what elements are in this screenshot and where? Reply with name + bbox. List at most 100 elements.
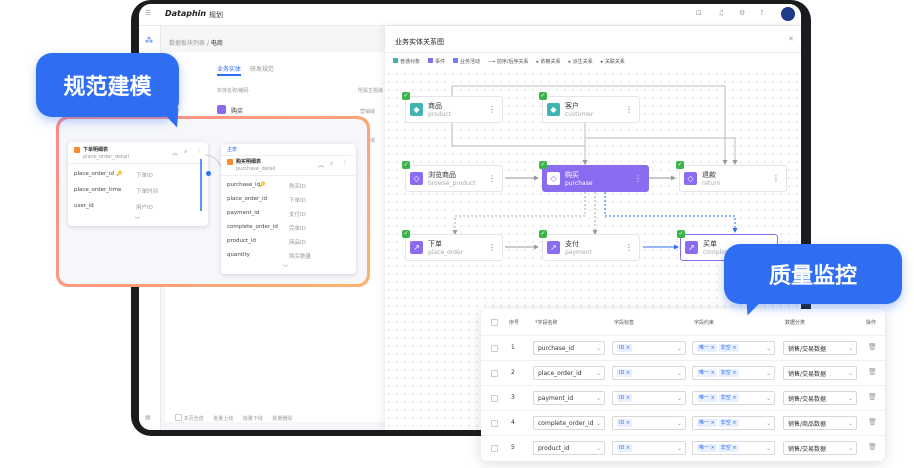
entity-row-name[interactable]: 购买 (231, 106, 243, 115)
field-label-select[interactable]: ID × ⌄ (612, 366, 686, 380)
more-icon[interactable]: ⋮ (634, 174, 642, 183)
field-name[interactable]: payment_id (227, 210, 259, 216)
field-label-select[interactable]: ID × ⌄ (612, 441, 686, 455)
row-checkbox[interactable] (491, 395, 498, 402)
category-select[interactable]: 销售/商品数据 ⌄ (783, 416, 857, 430)
constraint-select[interactable]: 唯一 × 非空 × ⌄ (692, 341, 775, 355)
trash-icon[interactable]: 🗑 (868, 443, 877, 451)
gear-icon[interactable]: ⚙ (739, 9, 745, 17)
field-name-value: payment_id (538, 394, 574, 402)
node-place-order[interactable]: ✓ ↗ 下单 place_order ⋮ (402, 230, 503, 261)
chevron-down-icon: ⌄ (847, 444, 853, 452)
table-row[interactable]: 4 complete_order_id ⌄ ID × ⌄ 唯一 × 非空 × ⌄ 销售/商品数据… (481, 410, 885, 435)
col-constraint: 字段约束 (694, 320, 715, 326)
table-row[interactable]: 1 purchase_id ⌄ ID × ⌄ 唯一 × 非空 × ⌄ 销售/交易数据 ⌄ 🗑 (481, 335, 885, 360)
search-icon[interactable]: ⌕ (330, 160, 333, 168)
batch-offline-button[interactable]: 批量下线 (243, 416, 263, 422)
field-name-value: purchase_id (538, 344, 575, 352)
chevron-down-icon: ⌄ (595, 344, 601, 352)
category-select[interactable]: 销售/交易数据 ⌄ (783, 391, 857, 405)
trash-icon[interactable]: 🗑 (868, 393, 877, 401)
download-icon[interactable]: ⊡ (696, 9, 702, 17)
row-checkbox[interactable] (491, 420, 498, 427)
node-payment[interactable]: ✓ ↗ 支付 payment ⋮ (539, 230, 640, 261)
chevron-down-icon: ⌄ (595, 394, 601, 402)
col-entity-name: 实体名称/编码 (217, 88, 249, 94)
field-name[interactable]: place_order_id (227, 196, 267, 202)
constraint-select[interactable]: 唯一 × 非空 × ⌄ (692, 366, 775, 380)
table-row[interactable]: 5 product_id ⌄ ID × ⌄ 唯一 × 非空 × ⌄ 销售/交易数据 ⌄ 🗑 (481, 435, 885, 460)
category-select[interactable]: 销售/交易数据 ⌄ (783, 441, 857, 455)
field-name[interactable]: product_id (227, 238, 256, 244)
field-name[interactable]: complete_order_id (227, 224, 278, 230)
category-select[interactable]: 销售/交易数据 ⌄ (783, 341, 857, 355)
row-checkbox[interactable] (491, 345, 498, 352)
tab-standards[interactable]: 研发规范 (250, 64, 274, 73)
entity-row-category: 营销域 (360, 109, 376, 115)
activity-icon: ↗ (547, 241, 560, 254)
field-name-select[interactable]: complete_order_id ⌄ (533, 416, 605, 430)
trash-icon[interactable]: 🗑 (868, 418, 877, 426)
trash-icon[interactable]: 🗑 (868, 343, 877, 351)
category-select[interactable]: 销售/交易数据 ⌄ (783, 366, 857, 380)
expand-icon[interactable]: ︾ (283, 265, 288, 271)
more-icon[interactable]: ⋮ (488, 105, 496, 114)
field-label-select[interactable]: ID × ⌄ (612, 416, 686, 430)
row-checkbox[interactable] (491, 445, 498, 452)
field-label-select[interactable]: ID × ⌄ (612, 341, 686, 355)
table-row[interactable]: 3 payment_id ⌄ ID × ⌄ 唯一 × 非空 × ⌄ 销售/交易数据 ⌄ 🗑 (481, 385, 885, 410)
field-name-select[interactable]: payment_id ⌄ (533, 391, 605, 405)
check-icon: ✓ (677, 230, 685, 238)
tab-entities[interactable]: 业务实体 (217, 64, 241, 73)
batch-upload-button[interactable]: 批量上线 (213, 416, 233, 422)
header-checkbox[interactable] (491, 319, 498, 326)
help-icon[interactable]: ? (760, 9, 764, 17)
col-field-name: *字段名称 (535, 320, 558, 326)
constraint-select[interactable]: 唯一 × 非空 × ⌄ (692, 391, 775, 405)
field-name-select[interactable]: product_id ⌄ (533, 441, 605, 455)
sidebar-bottom-icon[interactable]: ▤ (145, 414, 151, 421)
purchase-detail-card[interactable]: 主表 购买明细表 purchase_detail ︽ ⌕ ⋮ purchase_… (221, 144, 356, 274)
node-browse-product[interactable]: ✓ ◇ 浏览商品 browse_product ⋮ (402, 161, 503, 192)
field-name[interactable]: purchase_id (227, 182, 260, 188)
collapse-icon[interactable]: ︽ (318, 160, 324, 169)
trash-icon[interactable]: 🗑 (868, 368, 877, 376)
row-index: 1 (511, 344, 515, 351)
nodes-icon[interactable]: ⁂ (145, 36, 153, 45)
node-purchase[interactable]: ✓ ◇ 购买 purchase ⋮ (539, 161, 649, 192)
field-name-value: place_order_id (538, 369, 582, 377)
category-value: 销售/交易数据 (788, 395, 827, 403)
constraint-select[interactable]: 唯一 × 非空 × ⌄ (692, 441, 775, 455)
bottom-actions: 本页全选 批量上线 批量下线 批量删除 (175, 413, 292, 422)
select-all-checkbox[interactable] (175, 414, 182, 421)
field-name-select[interactable]: place_order_id ⌄ (533, 366, 605, 380)
batch-delete-button[interactable]: 批量删除 (272, 416, 292, 422)
field-name[interactable]: quantity (227, 252, 250, 258)
more-icon[interactable]: ⋮ (488, 174, 496, 183)
more-icon[interactable]: ⋮ (488, 243, 496, 252)
more-icon[interactable]: ⋮ (342, 159, 348, 166)
menu-icon[interactable]: ☰ (145, 9, 151, 17)
label-tag: ID × (617, 419, 633, 427)
more-icon[interactable]: ⋮ (625, 105, 633, 114)
field-desc: 支付ID (289, 212, 306, 218)
more-icon[interactable]: ⋮ (625, 243, 633, 252)
row-checkbox[interactable] (491, 370, 498, 377)
node-return[interactable]: ✓ ◇ 退款 return ⋮ (676, 161, 787, 192)
constraint-tag: 非空 × (718, 419, 739, 427)
avatar[interactable] (781, 7, 795, 21)
node-label: 退款 (702, 171, 716, 179)
more-icon[interactable]: ⋮ (772, 174, 780, 183)
bell-icon[interactable]: ♫ (718, 9, 724, 17)
constraint-select[interactable]: 唯一 × 非空 × ⌄ (692, 416, 775, 430)
row-index: 3 (511, 394, 515, 401)
select-all-label[interactable]: 本页全选 (184, 416, 204, 422)
chevron-down-icon: ⌄ (595, 369, 601, 377)
node-customer[interactable]: ✓ ◆ 客户 customer ⋮ (539, 92, 640, 123)
node-label: 购买 (565, 171, 579, 179)
field-name-select[interactable]: purchase_id ⌄ (533, 341, 605, 355)
node-product[interactable]: ✓ ◆ 商品 product ⋮ (402, 92, 503, 123)
breadcrumb-item-list[interactable]: 数据板块列表 (169, 40, 205, 47)
table-row[interactable]: 2 place_order_id ⌄ ID × ⌄ 唯一 × 非空 × ⌄ 销售/交易数据 ⌄ 🗑 (481, 360, 885, 385)
field-label-select[interactable]: ID × ⌄ (612, 391, 686, 405)
